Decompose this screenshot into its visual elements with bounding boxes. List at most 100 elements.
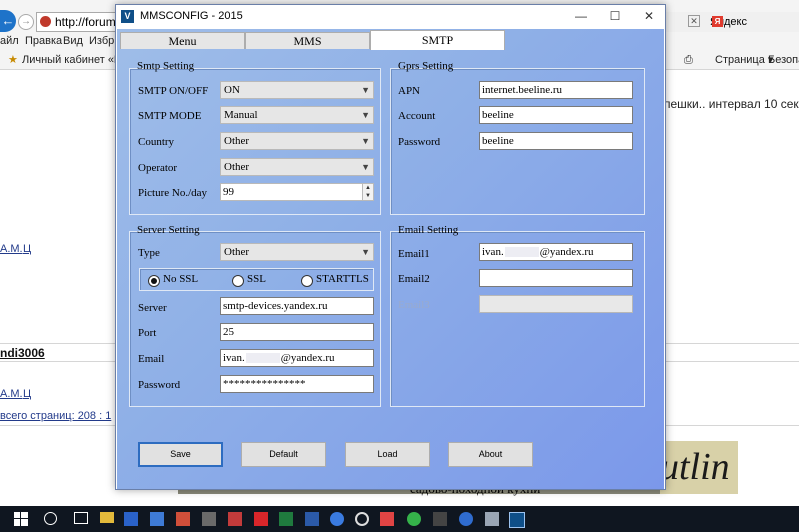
maximize-button[interactable]: ☐ <box>598 5 632 27</box>
smtp-onoff-value: ON <box>224 84 240 96</box>
gprs-setting-title: Gprs Setting <box>398 60 454 72</box>
app-icon[interactable] <box>407 512 421 526</box>
redacted-mask <box>245 353 280 364</box>
smtp-mode-select[interactable]: Manual ▼ <box>220 106 374 124</box>
safety-menu[interactable]: Безопас <box>768 50 799 70</box>
post-link-b[interactable]: Ц <box>23 388 31 400</box>
redacted-mask <box>504 247 539 258</box>
radio-selected-icon[interactable] <box>148 275 160 287</box>
banner-logo[interactable]: utlin <box>660 441 738 494</box>
ssl-radio-group: No SSL SSL STARTTLS <box>139 268 374 291</box>
close-button[interactable]: ✕ <box>632 5 666 27</box>
post-link-a[interactable]: А.М. <box>0 243 23 255</box>
type-label: Type <box>138 247 160 259</box>
smtp-mode-label: SMTP MODE <box>138 110 202 122</box>
port-label: Port <box>138 327 157 339</box>
browser-tab[interactable]: Яндекс <box>666 12 799 32</box>
server-field[interactable]: smtp-devices.yandex.ru <box>220 297 374 315</box>
tab-smtp[interactable]: SMTP <box>370 30 505 50</box>
forward-button[interactable]: → <box>18 14 34 30</box>
post-link-b[interactable]: Ц <box>23 243 31 255</box>
email-icon[interactable] <box>355 512 369 526</box>
app-icon[interactable] <box>433 512 447 526</box>
word-icon[interactable] <box>305 512 319 526</box>
email-suffix: @yandex.ru <box>280 352 335 364</box>
app-icon[interactable] <box>176 512 190 526</box>
post-author[interactable]: ndi3006 <box>0 346 45 360</box>
app-icon[interactable] <box>485 512 499 526</box>
menu-edit[interactable]: Правка <box>25 32 62 50</box>
smtp-onoff-select[interactable]: ON ▼ <box>220 81 374 99</box>
server-setting-title: Server Setting <box>137 224 200 236</box>
minimize-button[interactable]: — <box>564 5 598 27</box>
pages-link[interactable]: всего страниц: 208 : 1 <box>0 410 111 422</box>
apn-field[interactable]: internet.beeline.ru <box>479 81 633 99</box>
country-select[interactable]: Other ▼ <box>220 132 374 150</box>
tab-mms[interactable]: MMS <box>245 32 370 49</box>
post-snippet: пешки.. интервал 10 сек сто <box>664 97 799 111</box>
radio-ssl-label: SSL <box>247 273 266 285</box>
chevron-down-icon: ▼ <box>361 110 370 120</box>
save-button[interactable]: Save <box>138 442 223 467</box>
app-icon[interactable] <box>150 512 164 526</box>
search-icon[interactable] <box>44 512 57 525</box>
app-icon[interactable] <box>202 512 216 526</box>
server-password-label: Password <box>138 379 181 391</box>
close-tab-icon[interactable]: ✕ <box>688 15 700 27</box>
radio-starttls-label: STARTTLS <box>316 273 369 285</box>
picture-label: Picture No./day <box>138 187 208 199</box>
taskbar <box>0 506 799 532</box>
windows-start-icon[interactable] <box>14 512 28 526</box>
type-value: Other <box>224 246 250 258</box>
type-select[interactable]: Other ▼ <box>220 243 374 261</box>
post-link-a[interactable]: А.М. <box>0 388 23 400</box>
ie-icon[interactable] <box>330 512 344 526</box>
email2-field[interactable] <box>479 269 633 287</box>
page-menu[interactable]: Страница ▾ <box>715 50 773 70</box>
smtp-mode-value: Manual <box>224 109 258 121</box>
country-label: Country <box>138 136 175 148</box>
task-view-icon[interactable] <box>74 512 88 524</box>
chevron-down-icon: ▼ <box>361 85 370 95</box>
email-label: Email <box>138 353 165 365</box>
menu-favorites[interactable]: Избр <box>89 32 114 50</box>
gprs-password-field[interactable]: beeline <box>479 132 633 150</box>
radio-unselected-icon[interactable] <box>232 275 244 287</box>
stepper-arrows-icon[interactable]: ▲ ▼ <box>362 184 373 200</box>
app-icon[interactable] <box>254 512 268 526</box>
smtp-onoff-label: SMTP ON/OFF <box>138 85 209 97</box>
window-title: MMSCONFIG - 2015 <box>140 10 243 22</box>
yandex-icon: Я <box>712 16 723 27</box>
tab-menu[interactable]: Menu <box>120 32 245 49</box>
app-icon[interactable] <box>459 512 473 526</box>
folder-icon[interactable] <box>100 512 114 523</box>
mmsconfig-taskbar-icon[interactable] <box>509 512 525 528</box>
email1-prefix: ivan. <box>482 246 504 258</box>
gprs-password-label: Password <box>398 136 441 148</box>
print-icon[interactable]: ⎙ <box>684 50 693 70</box>
server-label: Server <box>138 302 167 314</box>
menu-file[interactable]: айл <box>0 32 19 50</box>
dialog-client: Menu MMS SMTP Smtp Setting SMTP ON/OFF O… <box>117 29 664 489</box>
app-icon[interactable] <box>380 512 394 526</box>
email2-label: Email2 <box>398 273 430 285</box>
picture-stepper[interactable]: 99 ▲ ▼ <box>220 183 374 201</box>
default-button[interactable]: Default <box>241 442 326 467</box>
apn-label: APN <box>398 85 421 97</box>
account-field[interactable]: beeline <box>479 106 633 124</box>
load-button[interactable]: Load <box>345 442 430 467</box>
favorites-star-icon: ★ <box>8 54 18 66</box>
port-field[interactable]: 25 <box>220 323 374 341</box>
email-field[interactable]: ivan. @yandex.ru <box>220 349 374 367</box>
store-icon[interactable] <box>124 512 138 526</box>
app-icon[interactable] <box>228 512 242 526</box>
server-password-field[interactable]: *************** <box>220 375 374 393</box>
smtp-setting-title: Smtp Setting <box>137 60 195 72</box>
about-button[interactable]: About <box>448 442 533 467</box>
radio-unselected-icon[interactable] <box>301 275 313 287</box>
operator-select[interactable]: Other ▼ <box>220 158 374 176</box>
menu-view[interactable]: Вид <box>63 32 83 50</box>
email3-label: Email3 <box>398 299 430 311</box>
email1-field[interactable]: ivan. @yandex.ru <box>479 243 633 261</box>
excel-icon[interactable] <box>279 512 293 526</box>
